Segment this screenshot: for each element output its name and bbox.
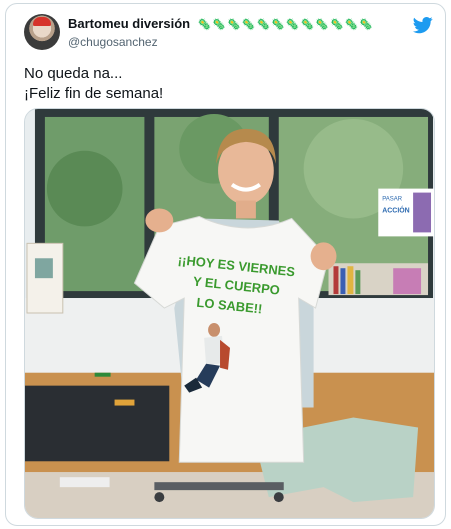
user-handle[interactable]: @chugosanchez bbox=[68, 35, 158, 49]
photo-scene: PASAR ACCIÓN ¡¡HOY ES VIERNES Y EL CUERP… bbox=[25, 109, 434, 518]
tweet-text: No queda na... ¡Feliz fin de semana! bbox=[24, 64, 163, 104]
name-emojis: 🦠🦠🦠🦠🦠🦠🦠🦠🦠🦠🦠🦠 bbox=[197, 19, 375, 31]
display-name[interactable]: Bartomeu diversión bbox=[68, 16, 190, 31]
tweet-photo[interactable]: PASAR ACCIÓN ¡¡HOY ES VIERNES Y EL CUERP… bbox=[24, 108, 435, 519]
tweet-card[interactable]: Bartomeu diversión 🦠🦠🦠🦠🦠🦠🦠🦠🦠🦠🦠🦠 @chugosa… bbox=[5, 3, 446, 526]
avatar[interactable] bbox=[24, 14, 60, 50]
tweet-text-line-2: ¡Feliz fin de semana! bbox=[24, 85, 164, 102]
author-name-row[interactable]: Bartomeu diversión 🦠🦠🦠🦠🦠🦠🦠🦠🦠🦠🦠🦠 bbox=[68, 16, 374, 31]
tweet-text-line-1: No queda na... bbox=[24, 65, 123, 82]
sign-text-2: ACCIÓN bbox=[382, 205, 409, 214]
tweet-header: Bartomeu diversión 🦠🦠🦠🦠🦠🦠🦠🦠🦠🦠🦠🦠 @chugosa… bbox=[24, 13, 434, 53]
twitter-bird-icon[interactable] bbox=[412, 15, 434, 35]
sign-text-1: PASAR bbox=[382, 197, 402, 203]
